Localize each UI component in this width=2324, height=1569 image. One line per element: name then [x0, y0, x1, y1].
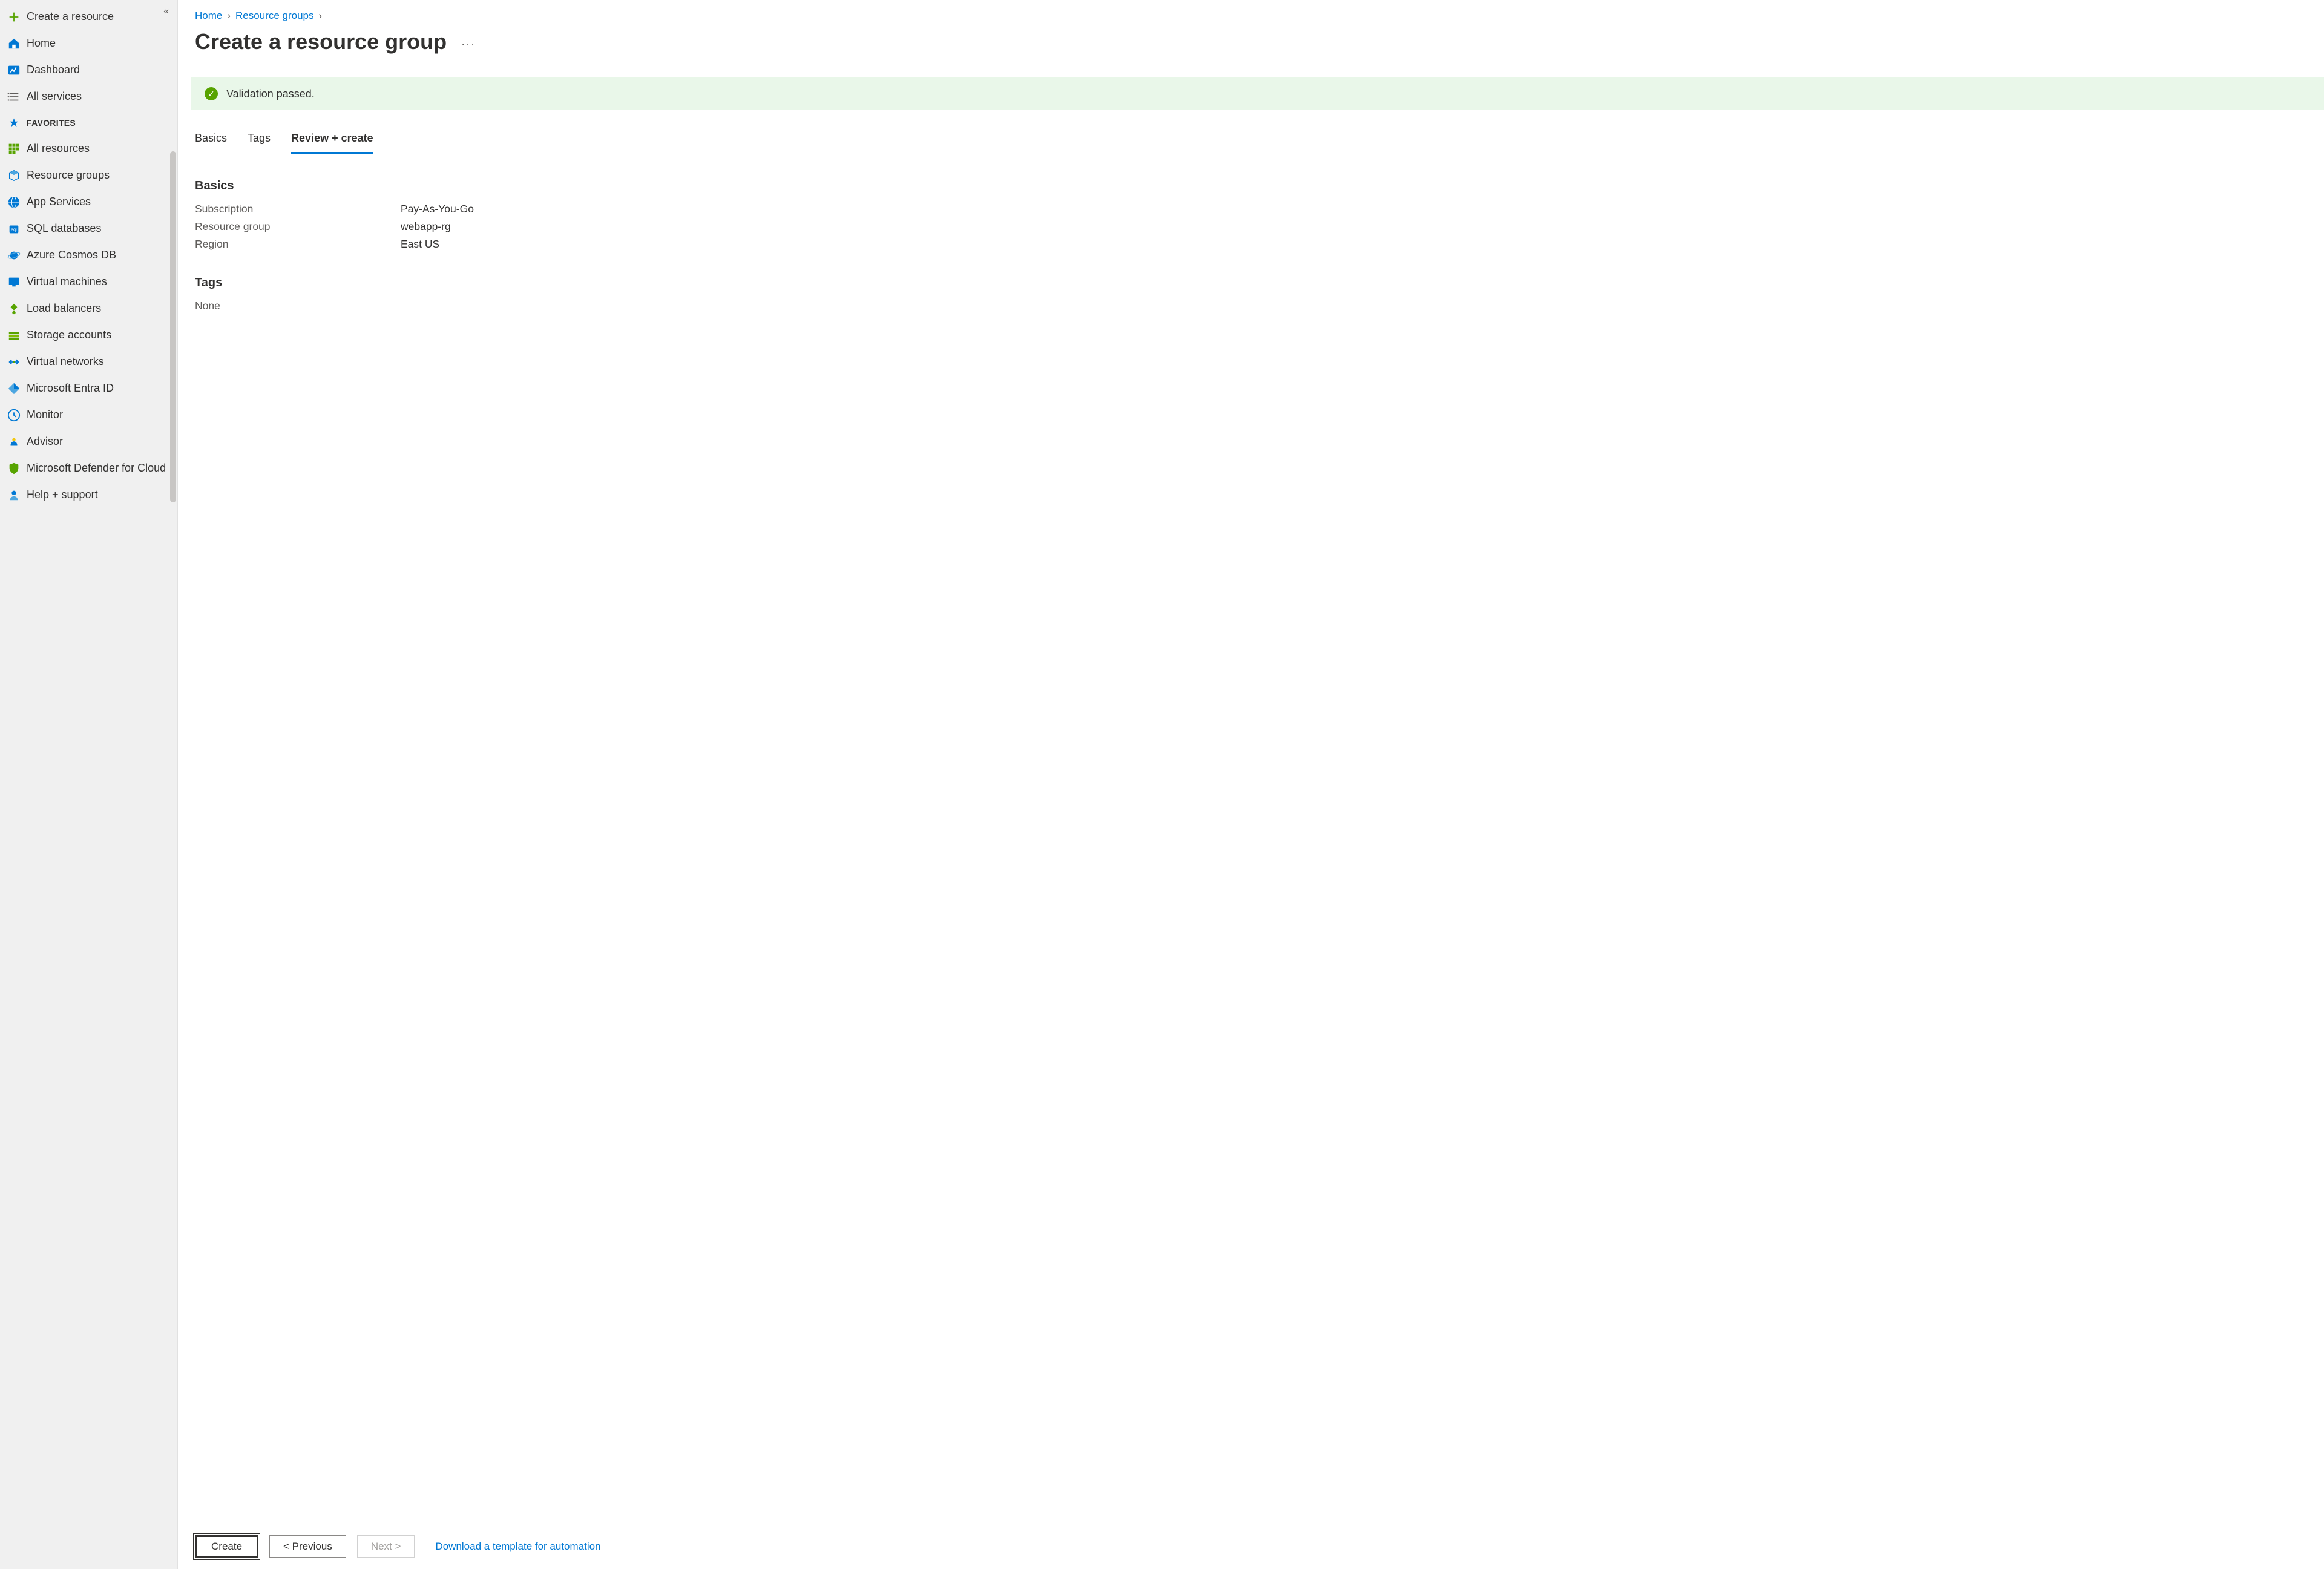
sidebar-item-entra-id[interactable]: Microsoft Entra ID [0, 375, 177, 402]
sidebar-item-label: SQL databases [27, 222, 101, 235]
advisor-icon [7, 435, 21, 449]
sidebar-item-advisor[interactable]: Advisor [0, 429, 177, 455]
sidebar-item-resource-groups[interactable]: Resource groups [0, 162, 177, 189]
sidebar-item-label: Virtual machines [27, 275, 107, 289]
scrollbar-thumb[interactable] [170, 151, 176, 502]
sidebar-item-label: Dashboard [27, 63, 80, 77]
validation-text: Validation passed. [226, 88, 315, 100]
list-icon [7, 90, 21, 104]
tabs: Basics Tags Review + create [195, 132, 2307, 154]
sidebar-item-virtual-machines[interactable]: Virtual machines [0, 269, 177, 295]
sidebar-item-label: Microsoft Defender for Cloud [27, 461, 166, 475]
entra-icon [7, 382, 21, 395]
sidebar-item-all-services[interactable]: All services [0, 84, 177, 110]
home-icon [7, 37, 21, 50]
sidebar-item-label: All services [27, 90, 82, 104]
sidebar-item-create-resource[interactable]: Create a resource [0, 4, 177, 30]
sidebar-item-all-resources[interactable]: All resources [0, 136, 177, 162]
load-balancer-icon [7, 302, 21, 315]
sidebar-item-label: Microsoft Entra ID [27, 381, 114, 395]
favorites-label: FAVORITES [27, 118, 76, 128]
sidebar-item-defender[interactable]: Microsoft Defender for Cloud [0, 455, 177, 482]
vm-icon [7, 275, 21, 289]
sql-icon: sql [7, 222, 21, 235]
sidebar-item-label: Monitor [27, 408, 63, 422]
sidebar-item-label: Advisor [27, 435, 63, 449]
review-value: East US [401, 238, 439, 251]
collapse-sidebar-icon[interactable]: « [163, 6, 169, 17]
sidebar-item-app-services[interactable]: App Services [0, 189, 177, 215]
sidebar-item-label: Storage accounts [27, 328, 111, 342]
vnet-icon [7, 355, 21, 369]
section-tags-heading: Tags [195, 276, 2307, 290]
monitor-icon [7, 409, 21, 422]
breadcrumb: Home › Resource groups › [195, 10, 2307, 22]
storage-icon [7, 329, 21, 342]
tab-review-create[interactable]: Review + create [291, 132, 373, 154]
favorites-header: FAVORITES [0, 110, 177, 136]
more-actions-icon[interactable]: ··· [461, 38, 476, 51]
footer: Create < Previous Next > Download a temp… [178, 1524, 2324, 1569]
chevron-right-icon: › [319, 10, 323, 22]
star-icon [7, 116, 21, 130]
sidebar-item-virtual-networks[interactable]: Virtual networks [0, 349, 177, 375]
validation-banner: ✓ Validation passed. [191, 77, 2324, 110]
plus-icon [7, 10, 21, 24]
sidebar-item-cosmos-db[interactable]: Azure Cosmos DB [0, 242, 177, 269]
sidebar-item-monitor[interactable]: Monitor [0, 402, 177, 429]
sidebar-item-load-balancers[interactable]: Load balancers [0, 295, 177, 322]
review-value: Pay-As-You-Go [401, 203, 474, 215]
tags-none-text: None [195, 300, 2307, 312]
cube-icon [7, 169, 21, 182]
review-row: Resource group webapp-rg [195, 220, 2307, 233]
sidebar: « Create a resource Home Dashboard All s… [0, 0, 178, 1569]
create-button[interactable]: Create [195, 1535, 258, 1558]
globe-icon [7, 196, 21, 209]
shield-icon [7, 462, 21, 475]
sidebar-item-label: Resource groups [27, 168, 110, 182]
review-label: Region [195, 238, 401, 251]
page-title: Create a resource group [195, 29, 447, 54]
sidebar-item-storage-accounts[interactable]: Storage accounts [0, 322, 177, 349]
sidebar-item-label: Home [27, 36, 56, 50]
dashboard-icon [7, 64, 21, 77]
sidebar-item-label: Help + support [27, 488, 98, 502]
sidebar-item-home[interactable]: Home [0, 30, 177, 57]
breadcrumb-resource-groups[interactable]: Resource groups [235, 10, 313, 22]
next-button: Next > [357, 1535, 415, 1558]
review-row: Region East US [195, 238, 2307, 251]
sidebar-item-sql-databases[interactable]: sql SQL databases [0, 215, 177, 242]
svg-text:sql: sql [11, 227, 17, 232]
section-basics-heading: Basics [195, 179, 2307, 193]
support-icon [7, 488, 21, 502]
download-template-link[interactable]: Download a template for automation [435, 1541, 600, 1553]
sidebar-item-help-support[interactable]: Help + support [0, 482, 177, 508]
review-label: Resource group [195, 220, 401, 233]
sidebar-item-label: All resources [27, 142, 90, 156]
tab-tags[interactable]: Tags [248, 132, 271, 154]
sidebar-item-label: Azure Cosmos DB [27, 248, 116, 262]
chevron-right-icon: › [227, 10, 231, 22]
sidebar-item-label: Load balancers [27, 301, 101, 315]
review-row: Subscription Pay-As-You-Go [195, 203, 2307, 215]
review-label: Subscription [195, 203, 401, 215]
review-value: webapp-rg [401, 220, 451, 233]
tab-basics[interactable]: Basics [195, 132, 227, 154]
checkmark-icon: ✓ [205, 87, 218, 100]
main-content: Home › Resource groups › Create a resour… [178, 0, 2324, 1569]
previous-button[interactable]: < Previous [269, 1535, 346, 1558]
sidebar-item-label: Virtual networks [27, 355, 104, 369]
breadcrumb-home[interactable]: Home [195, 10, 222, 22]
sidebar-item-label: Create a resource [27, 10, 114, 24]
sidebar-item-dashboard[interactable]: Dashboard [0, 57, 177, 84]
cosmos-icon [7, 249, 21, 262]
sidebar-item-label: App Services [27, 195, 91, 209]
grid-icon [7, 142, 21, 156]
